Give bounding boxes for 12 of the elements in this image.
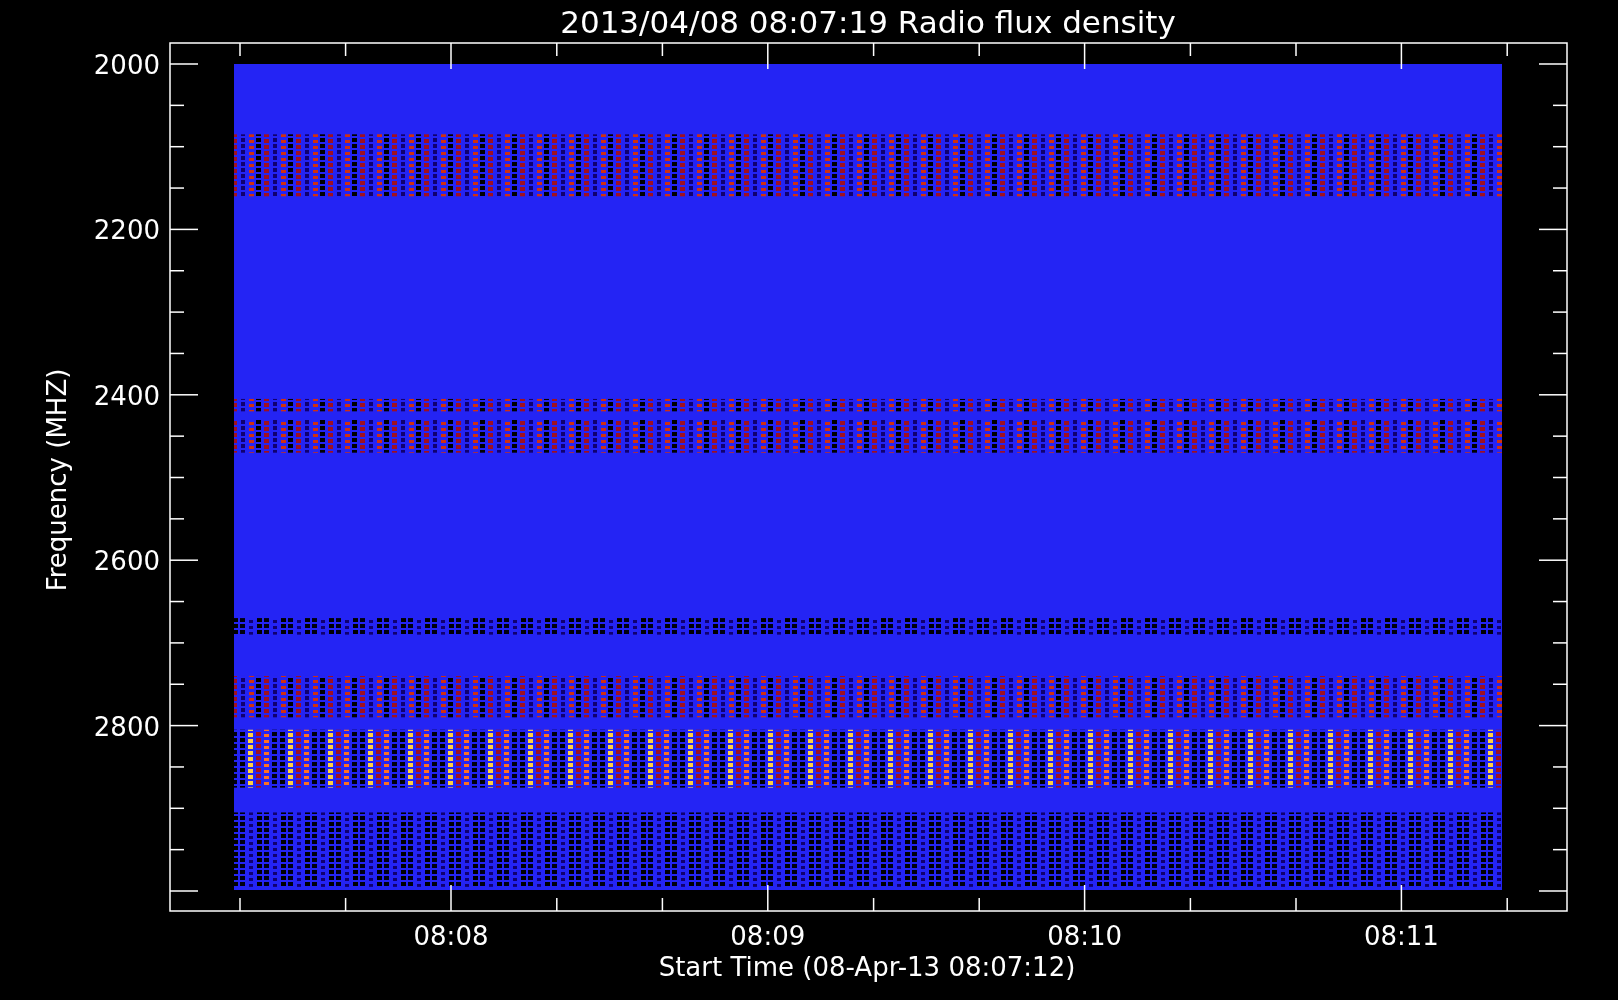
chart-title: 2013/04/08 08:07:19 Radio flux density	[560, 4, 1176, 40]
x-tick-label: 08:08	[413, 921, 489, 951]
y-tick-label: 2200	[93, 215, 160, 246]
x-tick-label: 08:11	[1363, 921, 1439, 951]
y-tick-label: 2000	[93, 50, 160, 80]
x-axis-label: Start Time (08-Apr-13 08:07:12)	[658, 952, 1076, 982]
y-tick-label: 2600	[93, 546, 160, 577]
x-tick-label: 08:09	[730, 921, 806, 951]
y-axis-label: Frequency (MHZ)	[42, 368, 72, 592]
y-tick-label: 2400	[93, 380, 160, 411]
x-tick-label: 08:10	[1047, 921, 1123, 951]
y-tick-label: 2800	[93, 711, 160, 742]
